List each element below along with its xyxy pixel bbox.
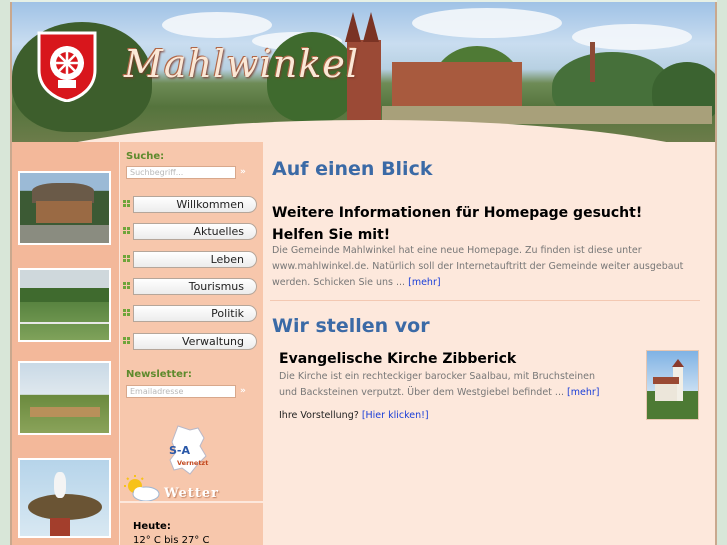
divider	[270, 300, 700, 301]
feature-excerpt: Die Kirche ist ein rechteckiger barocker…	[279, 369, 609, 401]
news-more-link[interactable]: [mehr]	[408, 277, 440, 288]
feature-more-link[interactable]: [mehr]	[567, 387, 599, 398]
search-input[interactable]: Suchbegriff...	[126, 166, 236, 179]
nav-bullet-icon	[123, 200, 130, 207]
nav-button[interactable]: Politik	[133, 305, 257, 322]
photo-stork-nest	[18, 458, 111, 538]
sa-vernetzt-logo[interactable]: S-A Vernetzt	[160, 424, 220, 476]
cloud-shape	[412, 8, 562, 38]
nav-button[interactable]: Aktuelles	[133, 223, 257, 240]
photo-column	[12, 142, 119, 545]
nav-item-verwaltung[interactable]: Verwaltung	[120, 332, 258, 352]
nav-item-willkommen[interactable]: Willkommen	[120, 195, 258, 215]
nav-bullet-icon	[123, 227, 130, 234]
feature-text: Die Kirche ist ein rechteckiger barocker…	[279, 371, 595, 398]
divider	[120, 501, 263, 503]
tower-spire	[363, 12, 379, 42]
submission-link[interactable]: [Hier klicken!]	[362, 410, 429, 421]
feature-headline[interactable]: Evangelische Kirche Zibberick	[279, 348, 629, 370]
cloud-shape	[162, 12, 272, 38]
village-house	[392, 62, 522, 108]
sidebar: Suche: Suchbegriff... » Willkommen Aktue…	[119, 142, 263, 545]
nav-button[interactable]: Tourismus	[133, 278, 257, 295]
site-logo-text[interactable]: Mahlwinkel	[124, 42, 359, 86]
newsletter-label: Newsletter:	[126, 369, 192, 380]
nav-button[interactable]: Leben	[133, 251, 257, 268]
section-title-overview: Auf einen Blick	[272, 158, 433, 180]
coat-of-arms-icon	[37, 31, 97, 102]
sun-cloud-icon	[124, 475, 160, 502]
nav-button[interactable]: Willkommen	[133, 196, 257, 213]
photo-meadow	[18, 268, 111, 342]
news-excerpt: Die Gemeinde Mahlwinkel hat eine neue Ho…	[272, 243, 692, 291]
sa-logo-text: S-A	[169, 444, 191, 457]
nav-item-tourismus[interactable]: Tourismus	[120, 277, 258, 297]
header-banner: Mahlwinkel	[12, 2, 715, 142]
photo-thatched-house	[18, 171, 111, 245]
newsletter-email-input[interactable]: Emailadresse	[126, 385, 236, 398]
news-text: Die Gemeinde Mahlwinkel hat eine neue Ho…	[272, 245, 684, 288]
sa-logo-subtext: Vernetzt	[177, 459, 209, 467]
photo-hay-field	[18, 361, 111, 435]
newsletter-go-button[interactable]: »	[240, 385, 254, 398]
main-content: Auf einen Blick Weitere Informationen fü…	[262, 142, 715, 545]
nav-button[interactable]: Verwaltung	[133, 333, 257, 350]
page-margin-right	[717, 0, 727, 545]
news-headline[interactable]: Weitere Informationen für Homepage gesuc…	[272, 202, 692, 246]
submission-text: Ihre Vorstellung?	[279, 410, 359, 421]
nav-item-aktuelles[interactable]: Aktuelles	[120, 222, 258, 242]
nav-bullet-icon	[123, 337, 130, 344]
nav-bullet-icon	[123, 255, 130, 262]
weather-temperature: 12° C bis 27° C	[133, 535, 210, 545]
chimney	[590, 42, 595, 82]
nav-item-politik[interactable]: Politik	[120, 304, 258, 324]
page-frame: Mahlwinkel Suche: Suchbegriff... » Willk…	[10, 2, 717, 545]
page-margin-left	[0, 0, 10, 545]
nav-item-leben[interactable]: Leben	[120, 250, 258, 270]
nav-bullet-icon	[123, 309, 130, 316]
submission-prompt: Ihre Vorstellung? [Hier klicken!]	[279, 408, 699, 424]
weather-widget: Wetter	[120, 475, 263, 508]
section-title-feature: Wir stellen vor	[272, 315, 430, 337]
tower-spire	[345, 12, 361, 42]
weather-title: Wetter	[164, 486, 219, 501]
nav-bullet-icon	[123, 282, 130, 289]
search-label: Suche:	[126, 151, 165, 162]
search-go-button[interactable]: »	[240, 166, 254, 179]
weather-today-label: Heute:	[133, 521, 171, 532]
